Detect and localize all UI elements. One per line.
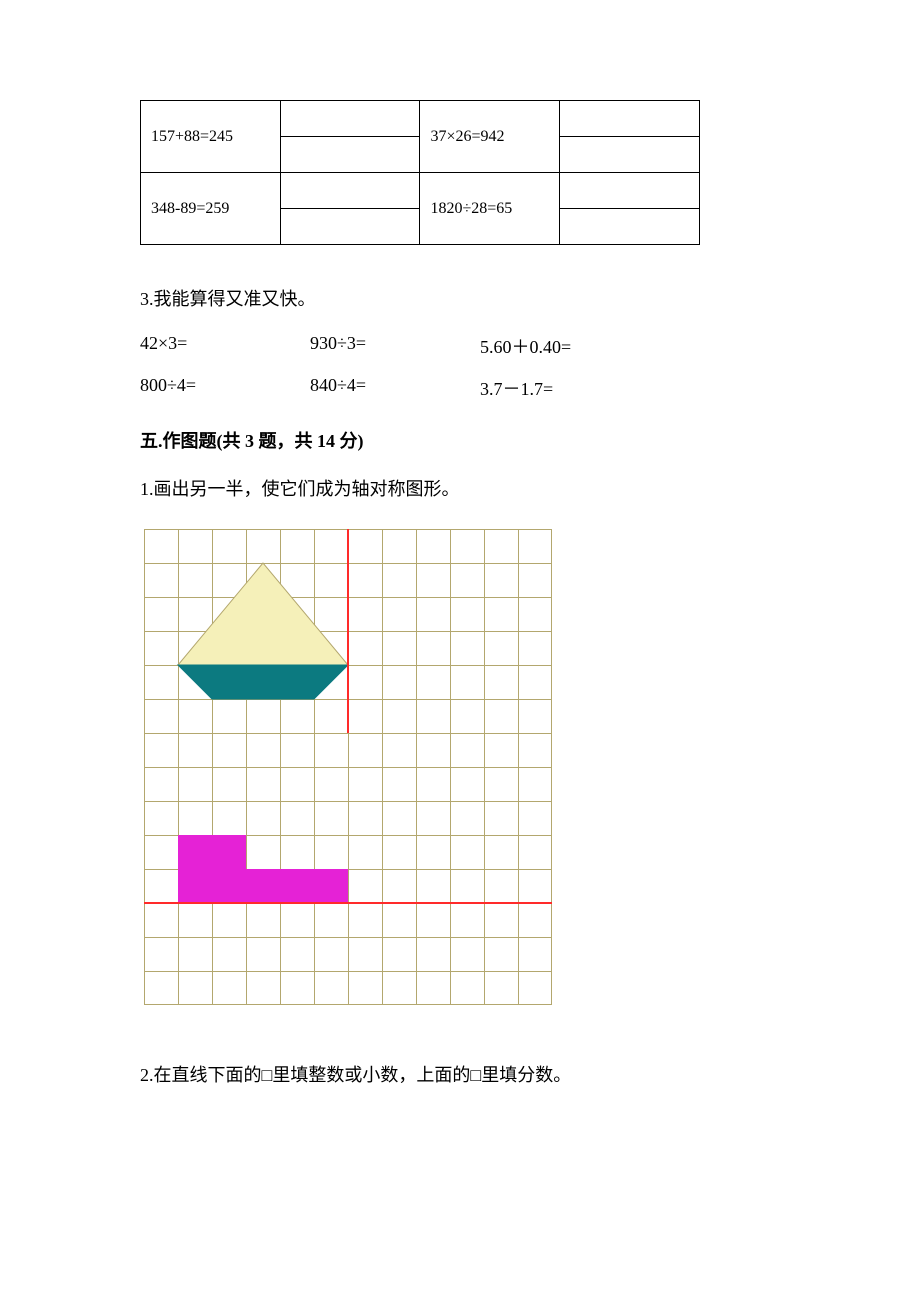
page-content: 157+88=245 37×26=942 348-89=259 1820÷28=… <box>0 0 920 1175</box>
math-item: 930÷3= <box>310 333 480 359</box>
table-cell-blank[interactable] <box>560 173 700 209</box>
math-item: 5.60＋0.40= <box>480 333 650 359</box>
math-item: 42×3= <box>140 333 310 359</box>
table-cell-equation-1: 157+88=245 <box>141 101 281 173</box>
bottom-shape <box>144 529 552 1005</box>
section-5-title: 五.作图题(共 3 题，共 14 分) <box>140 427 820 453</box>
table-cell-equation-3: 348-89=259 <box>141 173 281 245</box>
table-cell-blank[interactable] <box>560 209 700 245</box>
grid-figure <box>144 529 552 1005</box>
math-item: 3.7－1.7= <box>480 375 650 401</box>
math-row-1: 42×3= 930÷3= 5.60＋0.40= <box>140 333 820 359</box>
table-cell-blank[interactable] <box>560 101 700 137</box>
math-row-2: 800÷4= 840÷4= 3.7－1.7= <box>140 375 820 401</box>
verification-table: 157+88=245 37×26=942 348-89=259 1820÷28=… <box>140 100 700 245</box>
table-cell-blank[interactable] <box>560 137 700 173</box>
question-5-1: 1.画出另一半，使它们成为轴对称图形。 <box>140 475 820 501</box>
question-3-title: 3.我能算得又准又快。 <box>140 285 820 311</box>
math-item: 840÷4= <box>310 375 480 401</box>
table-cell-equation-4: 1820÷28=65 <box>420 173 560 245</box>
table-cell-equation-2: 37×26=942 <box>420 101 560 173</box>
table-cell-blank[interactable] <box>280 209 420 245</box>
table-cell-blank[interactable] <box>280 137 420 173</box>
symmetry-axis-horizontal <box>144 902 552 904</box>
math-item: 800÷4= <box>140 375 310 401</box>
question-5-2: 2.在直线下面的□里填整数或小数，上面的□里填分数。 <box>140 1061 820 1087</box>
table-cell-blank[interactable] <box>280 173 420 209</box>
table-cell-blank[interactable] <box>280 101 420 137</box>
